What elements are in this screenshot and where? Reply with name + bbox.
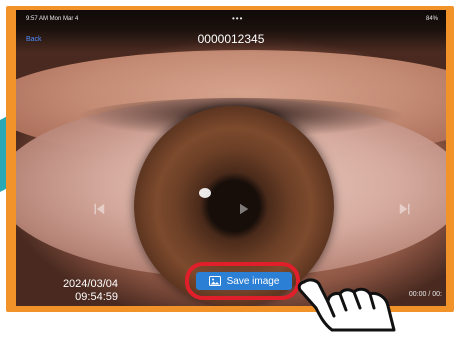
status-battery: 84% xyxy=(425,16,438,22)
image-icon xyxy=(208,276,221,286)
play-icon[interactable] xyxy=(231,197,255,221)
skip-next-icon[interactable] xyxy=(394,198,416,220)
eye-glint xyxy=(199,188,211,198)
save-image-label: Save image xyxy=(226,275,280,287)
save-image-button[interactable]: Save image xyxy=(196,272,292,290)
page-title: 0000012345 xyxy=(197,32,265,46)
status-time: 9:57 AM Mon Mar 4 xyxy=(26,16,79,22)
timestamp-time: 09:54:59 xyxy=(75,291,118,303)
timestamp-date: 2024/03/04 xyxy=(62,278,118,290)
capture-timestamp: 2024/03/04 09:54:59 xyxy=(38,278,118,304)
skip-previous-icon[interactable] xyxy=(88,198,110,220)
status-dots: ••• xyxy=(232,14,244,23)
video-time: 00:00 / 00: xyxy=(408,291,442,298)
tap-hand-icon xyxy=(294,272,404,332)
